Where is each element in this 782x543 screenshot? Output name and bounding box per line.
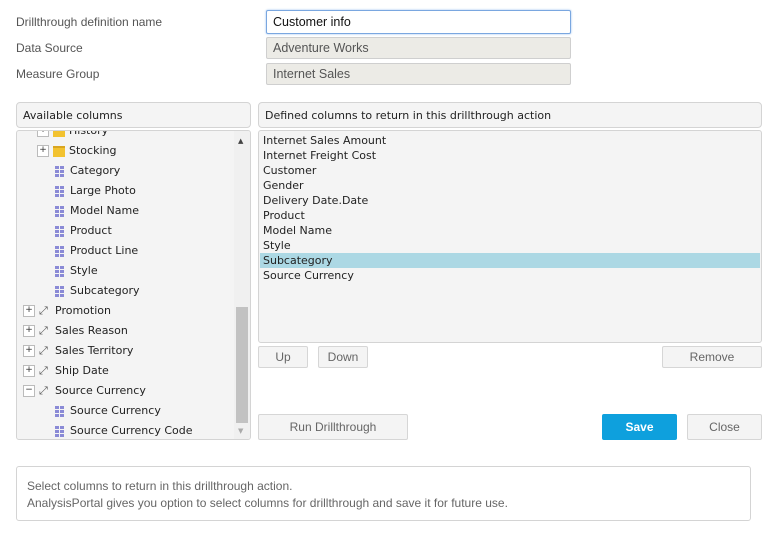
up-button[interactable]: Up [258, 346, 308, 368]
folder-icon [53, 131, 65, 137]
attribute-icon [55, 285, 64, 297]
dimension-icon: ⤢ [39, 344, 48, 357]
name-input[interactable]: Customer info [266, 10, 571, 34]
expand-icon[interactable]: + [23, 345, 35, 357]
tree-item[interactable]: Subcategory [55, 281, 140, 301]
list-item[interactable]: Style [260, 238, 760, 253]
tree-item-label: Model Name [70, 204, 139, 217]
tree-item-label: Source Currency Code [70, 424, 193, 437]
remove-button[interactable]: Remove [662, 346, 762, 368]
dimension-icon: ⤢ [39, 304, 48, 317]
tree-item[interactable]: Source Currency Code [55, 421, 193, 439]
info-line-1: Select columns to return in this drillth… [27, 479, 293, 493]
tree-item[interactable]: Product Line [55, 241, 138, 261]
tree-item[interactable]: + Stocking [37, 141, 116, 161]
tree-item[interactable]: + ⤢ Promotion [23, 301, 111, 321]
measure-group-field: Internet Sales [266, 63, 571, 85]
tree-item-label: Product Line [70, 244, 139, 257]
tree-item-label: Source Currency [55, 384, 146, 397]
list-item[interactable]: Source Currency [260, 268, 760, 283]
name-label: Drillthrough definition name [16, 15, 163, 29]
attribute-icon [55, 425, 64, 437]
tree-item-label: Promotion [55, 304, 111, 317]
attribute-icon [55, 165, 64, 177]
collapse-icon[interactable]: − [23, 385, 35, 397]
tree-item[interactable]: Large Photo [55, 181, 136, 201]
list-item[interactable]: Subcategory [260, 253, 760, 268]
attribute-icon [55, 405, 64, 417]
tree-item[interactable]: Style [55, 261, 98, 281]
expand-icon[interactable]: + [37, 145, 49, 157]
list-item[interactable]: Internet Sales Amount [260, 133, 760, 148]
tree-item-label: Product [70, 224, 112, 237]
available-columns-tree[interactable]: Source Currency Code Source Currency − ⤢ Sou… [16, 130, 251, 440]
measure-group-label: Measure Group [16, 67, 100, 81]
tree-item-label: Ship Date [55, 364, 109, 377]
list-item[interactable]: Delivery Date.Date [260, 193, 760, 208]
info-line-2: AnalysisPortal gives you option to selec… [27, 496, 508, 510]
expand-icon[interactable]: + [23, 325, 35, 337]
tree-item-label: Sales Reason [55, 324, 128, 337]
list-item[interactable]: Product [260, 208, 760, 223]
attribute-icon [55, 265, 64, 277]
expand-icon[interactable]: + [37, 131, 49, 137]
scroll-down-icon[interactable]: ▼ [238, 427, 243, 435]
defined-columns-header: Defined columns to return in this drillt… [258, 102, 762, 128]
list-item[interactable]: Customer [260, 163, 760, 178]
tree-item[interactable]: + ⤢ Sales Reason [23, 321, 128, 341]
attribute-icon [55, 225, 64, 237]
tree-item-label: Large Photo [70, 184, 136, 197]
expand-icon[interactable]: + [23, 365, 35, 377]
attribute-icon [55, 185, 64, 197]
attribute-icon [55, 245, 64, 257]
tree-item[interactable]: Model Name [55, 201, 139, 221]
tree-item-label: Source Currency [70, 404, 161, 417]
tree-item[interactable]: Product [55, 221, 112, 241]
list-item[interactable]: Model Name [260, 223, 760, 238]
tree-item[interactable]: + ⤢ Sales Territory [23, 341, 133, 361]
tree-item[interactable]: − ⤢ Source Currency [23, 381, 146, 401]
tree-item-label: History [69, 130, 109, 137]
folder-icon [53, 145, 65, 157]
data-source-field: Adventure Works [266, 37, 571, 59]
scroll-up-icon[interactable]: ▲ [238, 137, 243, 145]
save-button[interactable]: Save [602, 414, 677, 440]
dimension-icon: ⤢ [39, 324, 48, 337]
tree-scrollbar[interactable]: ▲ ▼ [234, 131, 250, 439]
tree-item-label: Sales Territory [55, 344, 134, 357]
list-item[interactable]: Internet Freight Cost [260, 148, 760, 163]
tree-item[interactable]: Source Currency [55, 401, 161, 421]
tree-item[interactable]: Category [55, 161, 120, 181]
tree-item-label: Subcategory [70, 284, 140, 297]
down-button[interactable]: Down [318, 346, 368, 368]
tree-item-label: Style [70, 264, 98, 277]
available-columns-header: Available columns [16, 102, 251, 128]
defined-columns-list[interactable]: Internet Sales Amount Internet Freight Co… [258, 130, 762, 343]
attribute-icon [55, 205, 64, 217]
tree-item[interactable]: + ⤢ Ship Date [23, 361, 109, 381]
dimension-icon: ⤢ [39, 364, 48, 377]
dimension-icon: ⤢ [39, 384, 48, 397]
expand-icon[interactable]: + [23, 305, 35, 317]
list-item[interactable]: Gender [260, 178, 760, 193]
tree-item-label: Stocking [69, 144, 117, 157]
tree-item-label: Category [70, 164, 121, 177]
close-button[interactable]: Close [687, 414, 762, 440]
tree-item[interactable]: + History [37, 130, 109, 141]
data-source-label: Data Source [16, 41, 83, 55]
scrollbar-thumb[interactable] [236, 307, 248, 423]
run-drillthrough-button[interactable]: Run Drillthrough [258, 414, 408, 440]
info-box: Select columns to return in this drillth… [16, 466, 751, 521]
